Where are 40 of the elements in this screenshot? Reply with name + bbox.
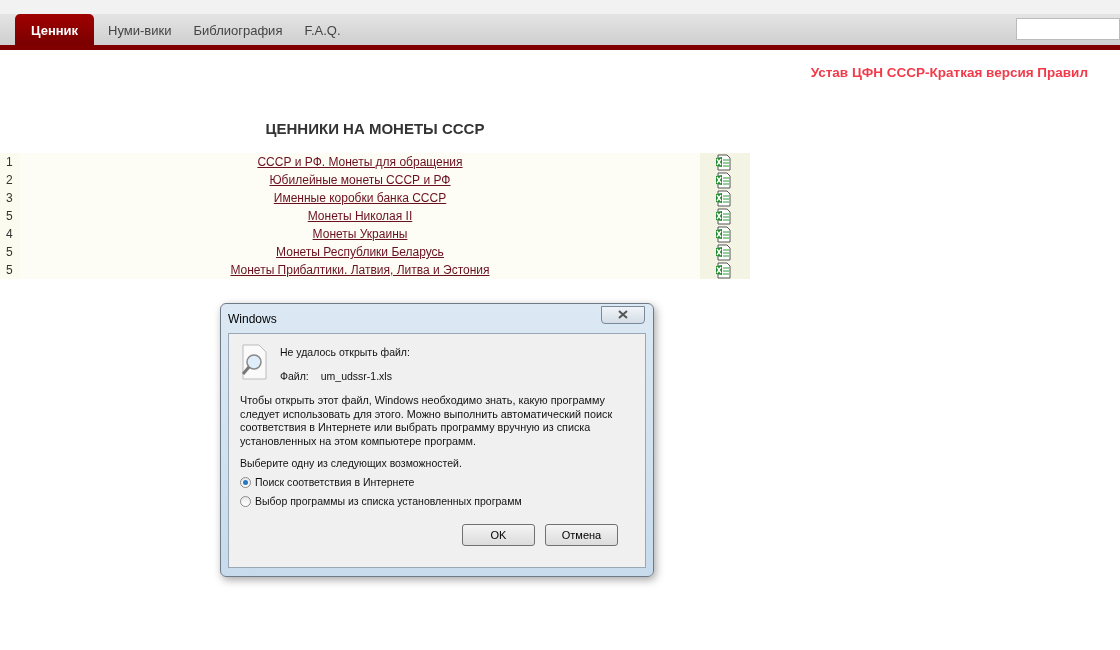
option-label[interactable]: Поиск соответствия в Интернете <box>255 476 415 488</box>
spreadsheet-icon[interactable] <box>715 153 732 171</box>
spreadsheet-icon[interactable] <box>715 243 732 261</box>
row-number: 1 <box>0 153 20 171</box>
dialog-title: Windows <box>228 311 277 326</box>
price-list-link[interactable]: Монеты Республики Беларусь <box>276 245 444 259</box>
nav-tab[interactable]: F.A.Q. <box>293 14 352 45</box>
nav-tab[interactable]: Библиография <box>182 14 294 45</box>
row-number: 2 <box>0 171 20 189</box>
price-list-link[interactable]: Именные коробки банка СССР <box>273 191 447 205</box>
cancel-button[interactable]: Отмена <box>545 524 618 546</box>
spreadsheet-icon[interactable] <box>715 171 732 189</box>
row-number: 5 <box>0 207 20 225</box>
prompt-text: Выберите одну из следующих возможностей. <box>240 457 463 469</box>
radio-button[interactable] <box>240 495 251 507</box>
file-name: um_udssr-1.xls <box>320 370 392 382</box>
radio-button[interactable] <box>240 476 251 488</box>
close-button[interactable] <box>601 305 645 324</box>
row-number: 4 <box>0 225 20 243</box>
price-list-link[interactable]: Монеты Украины <box>312 227 408 241</box>
price-list-link[interactable]: Монеты Николая II <box>307 209 413 223</box>
row-number: 5 <box>0 243 20 261</box>
document-magnifier-icon <box>240 344 268 380</box>
spreadsheet-icon[interactable] <box>715 225 732 243</box>
nav-tab[interactable]: Нуми-вики <box>97 14 183 45</box>
nav-tab[interactable]: Ценник <box>15 14 95 45</box>
page-heading: ЦЕННИКИ НА МОНЕТЫ СССР <box>264 120 486 137</box>
error-message: Не удалось открыть файл: <box>280 346 410 358</box>
description-text: Чтобы открыть этот файл, Windows необходимо знать, какую программу следует использовать для этого. Можно выполнить автоматический поиск соответствия в Интернете или выбрать программу вручную из списка установленных на этом компьютере программ. <box>240 394 614 448</box>
file-label: Файл: <box>280 370 309 382</box>
row-number: 5 <box>0 261 20 279</box>
spreadsheet-icon[interactable] <box>715 207 732 225</box>
search-field[interactable] <box>1016 18 1120 40</box>
option-label[interactable]: Выбор программы из списка установленных программ <box>255 495 522 507</box>
close-icon <box>618 310 628 319</box>
spreadsheet-icon[interactable] <box>715 261 732 279</box>
charter-link[interactable]: Устав ЦФН СССР-Краткая версия Правил <box>810 65 1088 80</box>
spreadsheet-icon[interactable] <box>715 189 732 207</box>
row-number: 3 <box>0 189 20 207</box>
ok-button[interactable]: OK <box>462 524 535 546</box>
